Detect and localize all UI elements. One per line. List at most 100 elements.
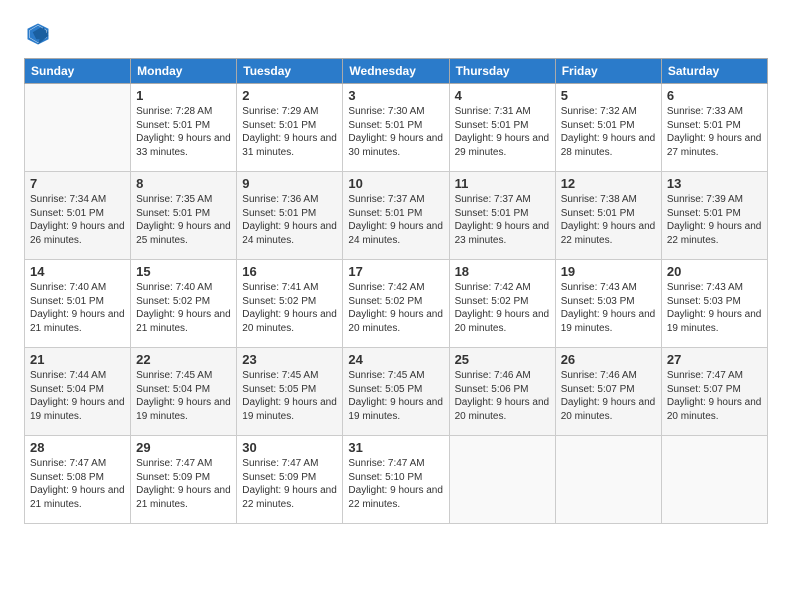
day-info: Sunrise: 7:46 AMSunset: 5:07 PMDaylight:… bbox=[561, 369, 656, 423]
day-number: 31 bbox=[348, 440, 443, 455]
day-info: Sunrise: 7:42 AMSunset: 5:02 PMDaylight:… bbox=[348, 281, 443, 335]
day-number: 2 bbox=[242, 88, 337, 103]
day-number: 12 bbox=[561, 176, 656, 191]
day-info: Sunrise: 7:29 AMSunset: 5:01 PMDaylight:… bbox=[242, 105, 337, 159]
calendar-cell: 8 Sunrise: 7:35 AMSunset: 5:01 PMDaylight… bbox=[131, 172, 237, 260]
day-info: Sunrise: 7:47 AMSunset: 5:09 PMDaylight:… bbox=[136, 457, 231, 511]
header bbox=[24, 20, 768, 48]
calendar-cell: 10 Sunrise: 7:37 AMSunset: 5:01 PMDayligh… bbox=[343, 172, 449, 260]
day-info: Sunrise: 7:31 AMSunset: 5:01 PMDaylight:… bbox=[455, 105, 550, 159]
col-header-thursday: Thursday bbox=[449, 59, 555, 84]
calendar-cell: 2 Sunrise: 7:29 AMSunset: 5:01 PMDaylight… bbox=[237, 84, 343, 172]
col-header-tuesday: Tuesday bbox=[237, 59, 343, 84]
day-number: 10 bbox=[348, 176, 443, 191]
day-number: 25 bbox=[455, 352, 550, 367]
day-number: 8 bbox=[136, 176, 231, 191]
calendar-cell: 7 Sunrise: 7:34 AMSunset: 5:01 PMDaylight… bbox=[25, 172, 131, 260]
calendar-cell: 28 Sunrise: 7:47 AMSunset: 5:08 PMDayligh… bbox=[25, 436, 131, 524]
day-number: 5 bbox=[561, 88, 656, 103]
day-number: 9 bbox=[242, 176, 337, 191]
calendar-cell: 3Sunrise: 7:30 AMSunset: 5:01 PMDaylight… bbox=[343, 84, 449, 172]
day-info: Sunrise: 7:32 AMSunset: 5:01 PMDaylight:… bbox=[561, 105, 656, 159]
calendar-week-row: 1Sunrise: 7:28 AMSunset: 5:01 PMDaylight… bbox=[25, 84, 768, 172]
day-info: Sunrise: 7:43 AMSunset: 5:03 PMDaylight:… bbox=[667, 281, 762, 335]
day-number: 18 bbox=[455, 264, 550, 279]
calendar-cell: 19 Sunrise: 7:43 AMSunset: 5:03 PMDayligh… bbox=[555, 260, 661, 348]
calendar-week-row: 28 Sunrise: 7:47 AMSunset: 5:08 PMDayligh… bbox=[25, 436, 768, 524]
calendar-cell: 15 Sunrise: 7:40 AMSunset: 5:02 PMDayligh… bbox=[131, 260, 237, 348]
calendar-cell: 12Sunrise: 7:38 AMSunset: 5:01 PMDayligh… bbox=[555, 172, 661, 260]
day-info: Sunrise: 7:45 AMSunset: 5:05 PMDaylight:… bbox=[348, 369, 443, 423]
col-header-friday: Friday bbox=[555, 59, 661, 84]
logo bbox=[24, 20, 54, 48]
day-info: Sunrise: 7:45 AMSunset: 5:04 PMDaylight:… bbox=[136, 369, 231, 423]
calendar-week-row: 7 Sunrise: 7:34 AMSunset: 5:01 PMDaylight… bbox=[25, 172, 768, 260]
calendar-cell bbox=[449, 436, 555, 524]
day-info: Sunrise: 7:47 AMSunset: 5:08 PMDaylight:… bbox=[30, 457, 125, 511]
calendar-cell: 17 Sunrise: 7:42 AMSunset: 5:02 PMDayligh… bbox=[343, 260, 449, 348]
calendar-cell: 9 Sunrise: 7:36 AMSunset: 5:01 PMDaylight… bbox=[237, 172, 343, 260]
day-info: Sunrise: 7:47 AMSunset: 5:09 PMDaylight:… bbox=[242, 457, 337, 511]
calendar-week-row: 14 Sunrise: 7:40 AMSunset: 5:01 PMDayligh… bbox=[25, 260, 768, 348]
calendar-table: SundayMondayTuesdayWednesdayThursdayFrid… bbox=[24, 58, 768, 524]
day-number: 7 bbox=[30, 176, 125, 191]
day-info: Sunrise: 7:40 AMSunset: 5:02 PMDaylight:… bbox=[136, 281, 231, 335]
calendar-cell: 25 Sunrise: 7:46 AMSunset: 5:06 PMDayligh… bbox=[449, 348, 555, 436]
day-number: 6 bbox=[667, 88, 762, 103]
calendar-cell: 21 Sunrise: 7:44 AMSunset: 5:04 PMDayligh… bbox=[25, 348, 131, 436]
calendar-cell: 31 Sunrise: 7:47 AMSunset: 5:10 PMDayligh… bbox=[343, 436, 449, 524]
day-number: 19 bbox=[561, 264, 656, 279]
col-header-saturday: Saturday bbox=[661, 59, 767, 84]
calendar-header-row: SundayMondayTuesdayWednesdayThursdayFrid… bbox=[25, 59, 768, 84]
day-number: 22 bbox=[136, 352, 231, 367]
day-info: Sunrise: 7:33 AMSunset: 5:01 PMDaylight:… bbox=[667, 105, 762, 159]
day-number: 17 bbox=[348, 264, 443, 279]
day-info: Sunrise: 7:43 AMSunset: 5:03 PMDaylight:… bbox=[561, 281, 656, 335]
day-info: Sunrise: 7:40 AMSunset: 5:01 PMDaylight:… bbox=[30, 281, 125, 335]
day-info: Sunrise: 7:39 AMSunset: 5:01 PMDaylight:… bbox=[667, 193, 762, 247]
calendar-cell bbox=[25, 84, 131, 172]
day-number: 21 bbox=[30, 352, 125, 367]
calendar-cell: 4 Sunrise: 7:31 AMSunset: 5:01 PMDaylight… bbox=[449, 84, 555, 172]
calendar-cell: 24 Sunrise: 7:45 AMSunset: 5:05 PMDayligh… bbox=[343, 348, 449, 436]
calendar-week-row: 21 Sunrise: 7:44 AMSunset: 5:04 PMDayligh… bbox=[25, 348, 768, 436]
day-number: 30 bbox=[242, 440, 337, 455]
col-header-monday: Monday bbox=[131, 59, 237, 84]
day-info: Sunrise: 7:42 AMSunset: 5:02 PMDaylight:… bbox=[455, 281, 550, 335]
day-info: Sunrise: 7:44 AMSunset: 5:04 PMDaylight:… bbox=[30, 369, 125, 423]
calendar-cell: 14 Sunrise: 7:40 AMSunset: 5:01 PMDayligh… bbox=[25, 260, 131, 348]
day-info: Sunrise: 7:41 AMSunset: 5:02 PMDaylight:… bbox=[242, 281, 337, 335]
day-info: Sunrise: 7:37 AMSunset: 5:01 PMDaylight:… bbox=[455, 193, 550, 247]
calendar-cell bbox=[555, 436, 661, 524]
calendar-cell: 18 Sunrise: 7:42 AMSunset: 5:02 PMDayligh… bbox=[449, 260, 555, 348]
day-number: 27 bbox=[667, 352, 762, 367]
day-info: Sunrise: 7:34 AMSunset: 5:01 PMDaylight:… bbox=[30, 193, 125, 247]
day-info: Sunrise: 7:36 AMSunset: 5:01 PMDaylight:… bbox=[242, 193, 337, 247]
calendar-cell: 6 Sunrise: 7:33 AMSunset: 5:01 PMDaylight… bbox=[661, 84, 767, 172]
day-number: 14 bbox=[30, 264, 125, 279]
calendar-cell: 22 Sunrise: 7:45 AMSunset: 5:04 PMDayligh… bbox=[131, 348, 237, 436]
day-number: 13 bbox=[667, 176, 762, 191]
day-info: Sunrise: 7:47 AMSunset: 5:10 PMDaylight:… bbox=[348, 457, 443, 511]
calendar-cell: 26 Sunrise: 7:46 AMSunset: 5:07 PMDayligh… bbox=[555, 348, 661, 436]
calendar-cell: 27Sunrise: 7:47 AMSunset: 5:07 PMDayligh… bbox=[661, 348, 767, 436]
day-number: 24 bbox=[348, 352, 443, 367]
day-info: Sunrise: 7:37 AMSunset: 5:01 PMDaylight:… bbox=[348, 193, 443, 247]
day-info: Sunrise: 7:45 AMSunset: 5:05 PMDaylight:… bbox=[242, 369, 337, 423]
logo-icon bbox=[24, 20, 52, 48]
calendar-cell: 20 Sunrise: 7:43 AMSunset: 5:03 PMDayligh… bbox=[661, 260, 767, 348]
day-number: 20 bbox=[667, 264, 762, 279]
day-number: 28 bbox=[30, 440, 125, 455]
day-info: Sunrise: 7:46 AMSunset: 5:06 PMDaylight:… bbox=[455, 369, 550, 423]
calendar-cell: 16Sunrise: 7:41 AMSunset: 5:02 PMDayligh… bbox=[237, 260, 343, 348]
col-header-sunday: Sunday bbox=[25, 59, 131, 84]
day-info: Sunrise: 7:30 AMSunset: 5:01 PMDaylight:… bbox=[348, 105, 443, 159]
day-number: 1 bbox=[136, 88, 231, 103]
day-number: 4 bbox=[455, 88, 550, 103]
day-number: 11 bbox=[455, 176, 550, 191]
day-number: 15 bbox=[136, 264, 231, 279]
calendar-cell: 5 Sunrise: 7:32 AMSunset: 5:01 PMDaylight… bbox=[555, 84, 661, 172]
day-number: 26 bbox=[561, 352, 656, 367]
day-info: Sunrise: 7:35 AMSunset: 5:01 PMDaylight:… bbox=[136, 193, 231, 247]
day-number: 23 bbox=[242, 352, 337, 367]
